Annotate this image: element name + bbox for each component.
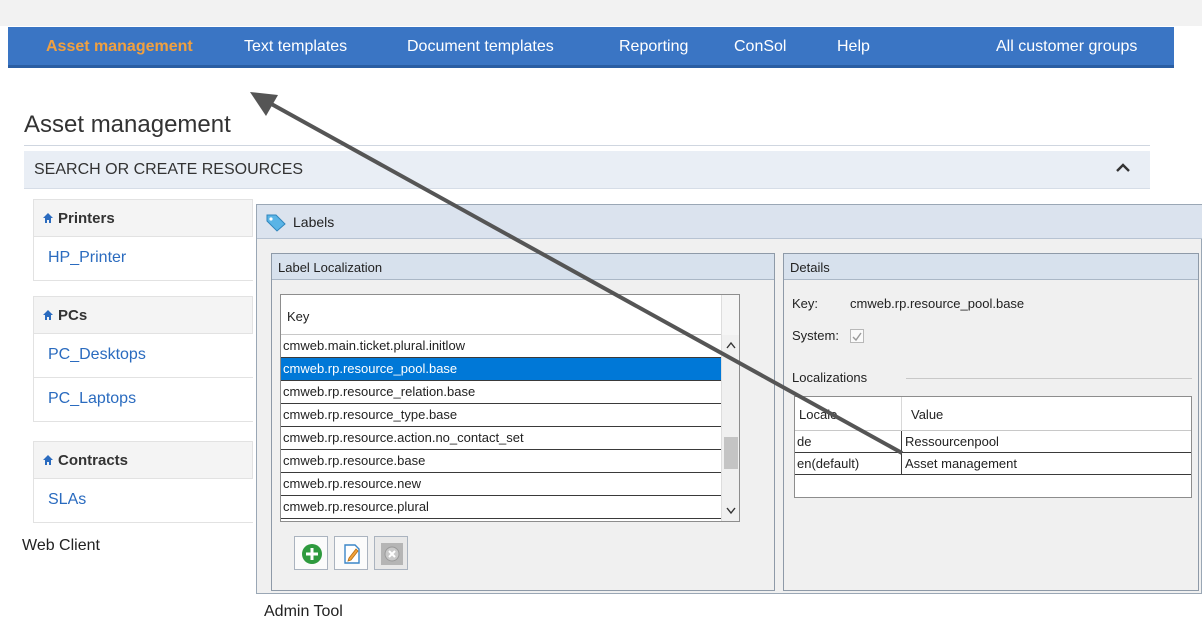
home-icon [43,310,53,320]
vertical-scrollbar[interactable] [721,335,739,521]
nav-consol[interactable]: ConSol [734,38,786,56]
value-cell: Ressourcenpool [905,434,999,449]
top-gap [0,0,1202,26]
home-icon [43,213,53,223]
resource-item-hp-printer[interactable]: HP_Printer [33,237,253,281]
resource-link[interactable]: PC_Desktops [48,346,146,364]
locale-cell: de [797,434,812,449]
delete-icon [381,543,403,565]
home-icon [43,455,53,465]
web-client-caption: Web Client [22,537,100,554]
check-icon [852,332,862,342]
label-localization-panel: Label Localization Key cmweb.main.ticket… [271,253,775,591]
add-icon [302,544,322,564]
window-title-bar: Labels [257,205,1202,239]
category-pcs[interactable]: PCs [33,296,253,334]
resource-link[interactable]: HP_Printer [48,249,126,267]
cell-divider [901,431,902,453]
system-label: System: [792,328,839,343]
table-header: Locale Value [795,397,1191,431]
localizations-label: Localizations [792,370,868,385]
window-title: Labels [293,214,335,230]
key-row[interactable]: cmweb.rp.resource.new [281,473,721,496]
locale-cell: en(default) [797,456,860,471]
edit-icon [344,544,360,564]
category-title: Contracts [58,452,129,469]
tag-icon [266,214,286,232]
chevron-up-icon[interactable] [1114,159,1132,177]
category-contracts[interactable]: Contracts [33,441,253,479]
localizations-table[interactable]: Locale Value de Ressourcenpool en(defaul… [794,396,1192,498]
resource-item-slas[interactable]: SLAs [33,479,253,523]
nav-customer-groups[interactable]: All customer groups [996,38,1137,56]
category-title: PCs [58,307,88,324]
column-label: Key [287,309,310,324]
key-label: Key: [792,296,819,311]
key-list[interactable]: Key cmweb.main.ticket.plural.initlow cmw… [280,294,740,522]
search-create-section-header[interactable]: SEARCH OR CREATE RESOURCES [24,151,1150,189]
key-row[interactable]: cmweb.rp.resource_relation.base [281,381,721,404]
header-corner [721,295,739,335]
key-row[interactable]: cmweb.main.ticket.plural.initlow [281,335,721,358]
title-divider [24,145,1150,146]
key-row-selected[interactable]: cmweb.rp.resource_pool.base [281,358,721,381]
key-column-header[interactable]: Key [281,295,739,335]
resource-item-pc-laptops[interactable]: PC_Laptops [33,378,253,422]
edit-button[interactable] [334,536,368,570]
table-row[interactable]: de Ressourcenpool [795,431,1191,453]
resource-link[interactable]: PC_Laptops [48,390,136,408]
nav-help[interactable]: Help [837,38,870,56]
panel-header: Details [784,254,1198,280]
page-title: Asset management [24,111,231,138]
resource-item-pc-desktops[interactable]: PC_Desktops [33,334,253,378]
main-nav-bar: Asset management Text templates Document… [8,27,1174,68]
chevron-up-icon[interactable] [726,341,736,349]
key-row[interactable]: cmweb.rp.resource.action.no_contact_set [281,427,721,450]
nav-text-templates[interactable]: Text templates [244,38,347,56]
category-title: Printers [58,210,115,227]
section-title: SEARCH OR CREATE RESOURCES [34,161,304,178]
delete-button[interactable] [374,536,408,570]
group-divider [906,378,1192,379]
panel-title: Details [790,260,830,275]
key-row[interactable]: cmweb.rp.resource.base [281,450,721,473]
key-row[interactable]: cmweb.rp.resource.plural [281,496,721,519]
key-value: cmweb.rp.resource_pool.base [850,296,1025,311]
resource-link[interactable]: SLAs [48,491,86,509]
value-cell: Asset management [905,456,1018,471]
cell-divider [901,453,902,475]
nav-document-templates[interactable]: Document templates [407,38,554,56]
panel-title: Label Localization [278,260,383,275]
details-panel: Details Key: cmweb.rp.resource_pool.base… [783,253,1199,591]
category-printers[interactable]: Printers [33,199,253,237]
nav-asset-management[interactable]: Asset management [46,38,193,56]
admin-tool-window: Labels Label Localization Key cmweb.main… [256,204,1202,594]
column-divider [901,397,902,431]
locale-column-header[interactable]: Locale [799,407,837,422]
nav-reporting[interactable]: Reporting [619,38,688,56]
value-column-header[interactable]: Value [911,407,943,422]
table-row[interactable]: en(default) Asset management [795,453,1191,475]
chevron-down-icon[interactable] [726,507,736,515]
system-checkbox[interactable] [850,329,864,343]
add-button[interactable] [294,536,328,570]
admin-tool-caption: Admin Tool [264,603,343,620]
key-row[interactable]: cmweb.rp.resource_type.base [281,404,721,427]
scroll-thumb[interactable] [724,437,738,469]
panel-header: Label Localization [272,254,774,280]
